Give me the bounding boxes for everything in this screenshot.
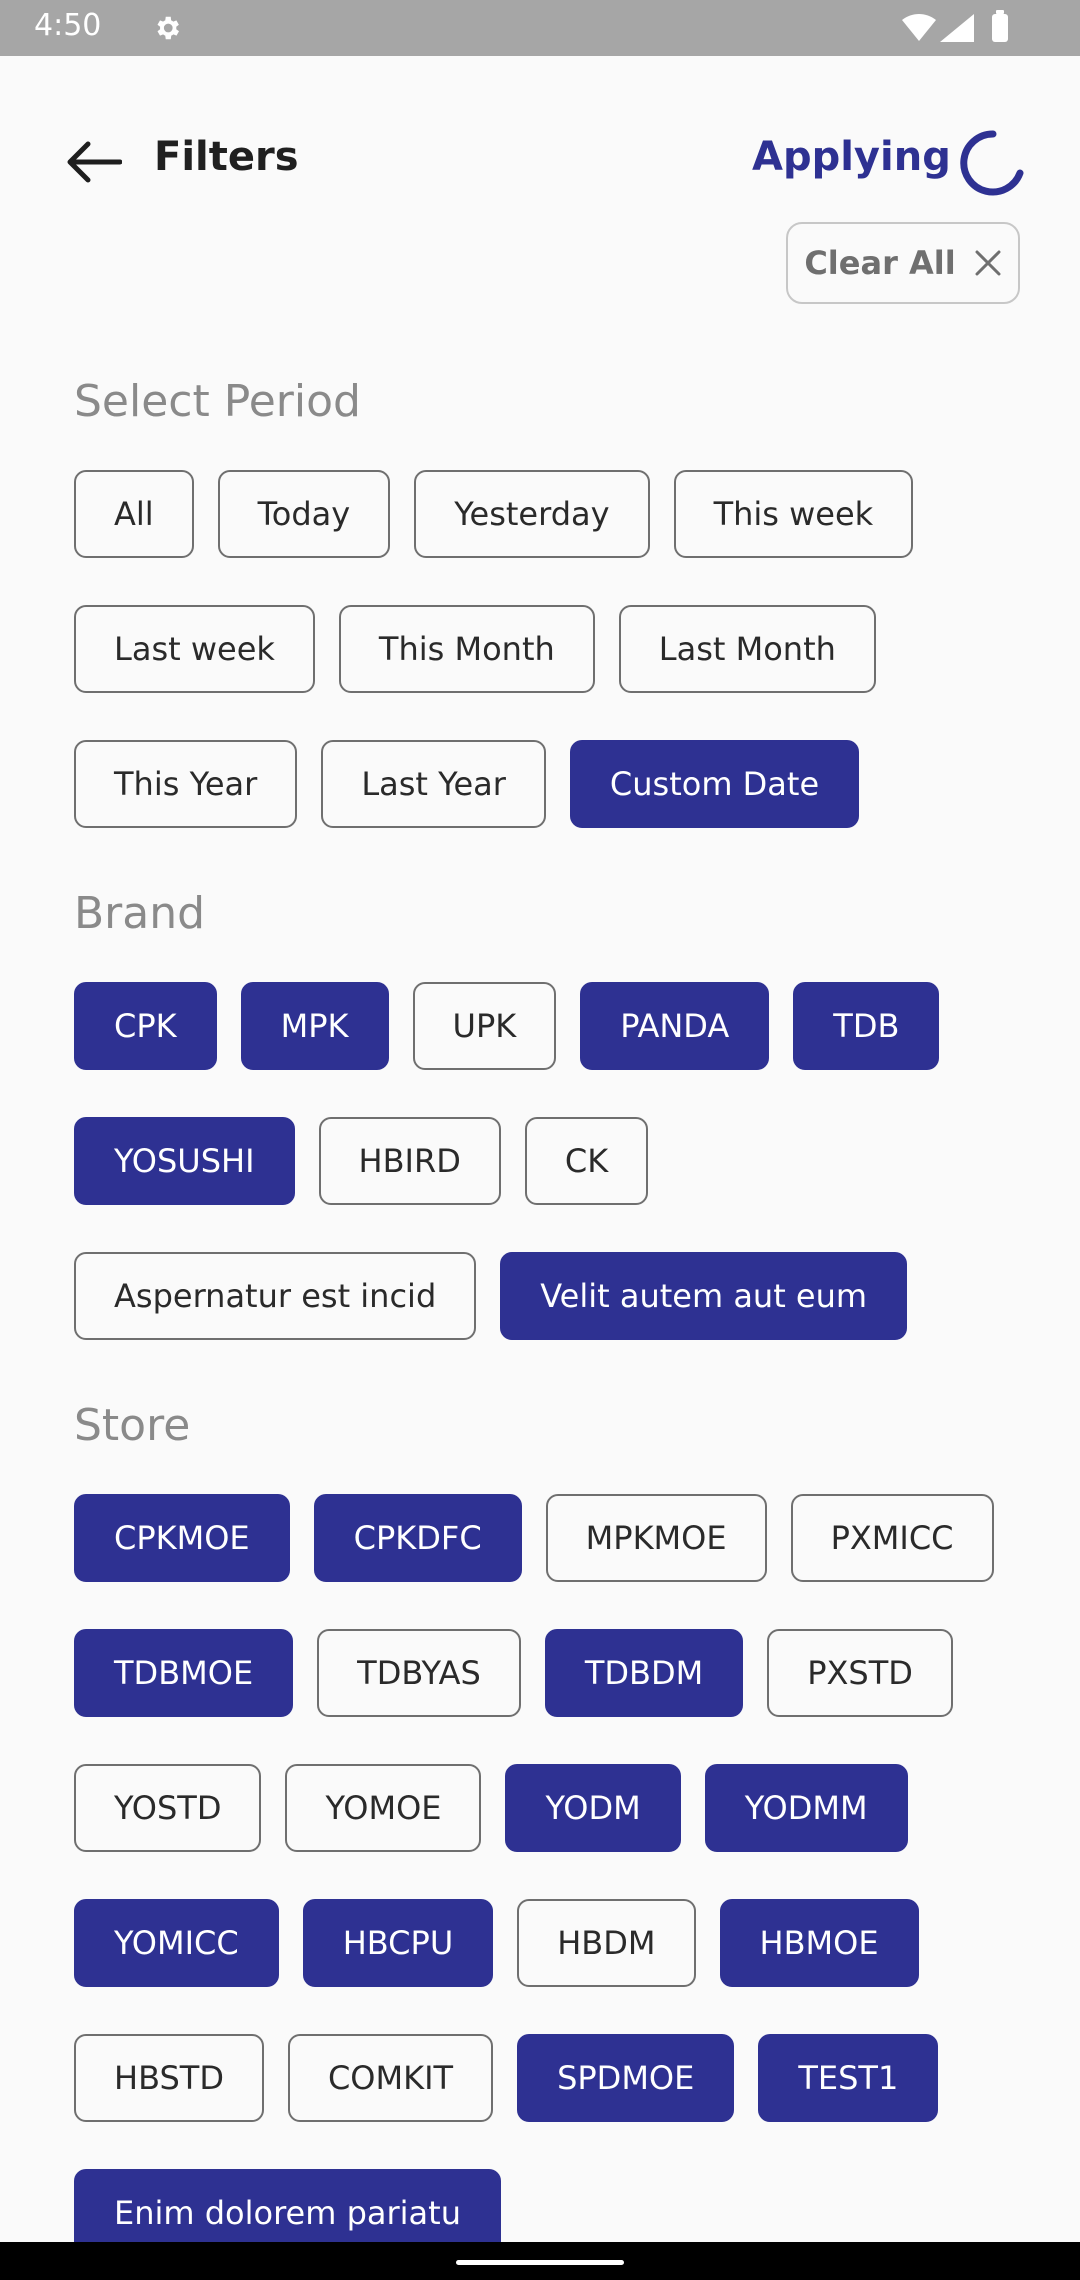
store-chip[interactable]: PXMICC bbox=[790, 1494, 994, 1582]
signal-icon bbox=[940, 14, 974, 42]
brand-chip[interactable]: HBIRD bbox=[318, 1117, 501, 1205]
store-chip-group: CPKMOE CPKDFC MPKMOE PXMICC TDBMOE TDBYAS TDBD… bbox=[74, 1494, 1034, 2257]
gear-icon bbox=[157, 16, 179, 40]
store-chip[interactable]: HBDM bbox=[517, 1899, 696, 1987]
status-bar: 4:50 bbox=[0, 0, 1080, 56]
store-chip[interactable]: TDBYAS bbox=[317, 1629, 521, 1717]
period-chip[interactable]: Today bbox=[217, 470, 391, 558]
period-chip[interactable]: Yesterday bbox=[414, 470, 650, 558]
period-chip[interactable]: This week bbox=[673, 470, 914, 558]
status-time: 4:50 bbox=[34, 8, 102, 43]
battery-icon bbox=[992, 10, 1008, 42]
home-handle[interactable] bbox=[456, 2260, 624, 2265]
wifi-icon bbox=[902, 14, 936, 41]
clear-all-label: Clear All bbox=[804, 244, 956, 282]
store-chip[interactable]: TDBMOE bbox=[74, 1629, 294, 1717]
period-chip[interactable]: Last Month bbox=[618, 605, 876, 693]
period-chip-group: All Today Yesterday This week Last week This … bbox=[74, 470, 1034, 828]
store-chip[interactable]: CPKDFC bbox=[313, 1494, 522, 1582]
brand-chip[interactable]: CK bbox=[524, 1117, 649, 1205]
period-chip[interactable]: This Year bbox=[74, 740, 298, 828]
brand-chip[interactable]: YOSUSHI bbox=[74, 1117, 295, 1205]
period-chip[interactable]: Last Year bbox=[321, 740, 546, 828]
store-chip[interactable]: SPDMOE bbox=[517, 2034, 735, 2122]
brand-chip[interactable]: UPK bbox=[412, 982, 557, 1070]
store-chip[interactable]: YODMM bbox=[704, 1764, 908, 1852]
store-chip[interactable]: HBSTD bbox=[74, 2034, 264, 2122]
period-section-title: Select Period bbox=[74, 376, 361, 427]
store-chip[interactable]: YOMICC bbox=[74, 1899, 279, 1987]
close-icon bbox=[975, 250, 1001, 276]
brand-chip[interactable]: CPK bbox=[74, 982, 217, 1070]
store-chip[interactable]: CPKMOE bbox=[74, 1494, 290, 1582]
brand-chip[interactable]: PANDA bbox=[580, 982, 770, 1070]
store-chip[interactable]: TEST1 bbox=[758, 2034, 939, 2122]
store-chip[interactable]: HBCPU bbox=[302, 1899, 494, 1987]
brand-chip[interactable]: TDB bbox=[793, 982, 940, 1070]
store-chip[interactable]: YOMOE bbox=[285, 1764, 482, 1852]
brand-section-title: Brand bbox=[74, 888, 206, 939]
applying-button[interactable]: Applying bbox=[752, 134, 951, 180]
period-chip[interactable]: This Month bbox=[338, 605, 595, 693]
spinner-icon bbox=[960, 130, 1024, 196]
store-chip[interactable]: COMKIT bbox=[287, 2034, 494, 2122]
brand-chip[interactable]: Velit autem aut eum bbox=[500, 1252, 908, 1340]
clear-all-button[interactable]: Clear All bbox=[786, 222, 1020, 304]
arrow-left-icon[interactable] bbox=[62, 138, 122, 186]
brand-chip-group: CPK MPK UPK PANDA TDB YOSUSHI HBIRD CK Aspernatu… bbox=[74, 982, 1034, 1340]
period-chip[interactable]: All bbox=[74, 470, 194, 558]
brand-chip[interactable]: Aspernatur est incid bbox=[74, 1252, 477, 1340]
brand-chip[interactable]: MPK bbox=[240, 982, 389, 1070]
store-chip[interactable]: YODM bbox=[505, 1764, 681, 1852]
store-chip[interactable]: PXSTD bbox=[767, 1629, 953, 1717]
store-chip[interactable]: TDBDM bbox=[544, 1629, 744, 1717]
period-chip[interactable]: Last week bbox=[74, 605, 315, 693]
store-chip[interactable]: MPKMOE bbox=[545, 1494, 767, 1582]
store-chip[interactable]: YOSTD bbox=[74, 1764, 262, 1852]
store-chip[interactable]: HBMOE bbox=[719, 1899, 919, 1987]
period-chip[interactable]: Custom Date bbox=[569, 740, 860, 828]
store-section-title: Store bbox=[74, 1400, 191, 1451]
page-title: Filters bbox=[154, 134, 299, 180]
